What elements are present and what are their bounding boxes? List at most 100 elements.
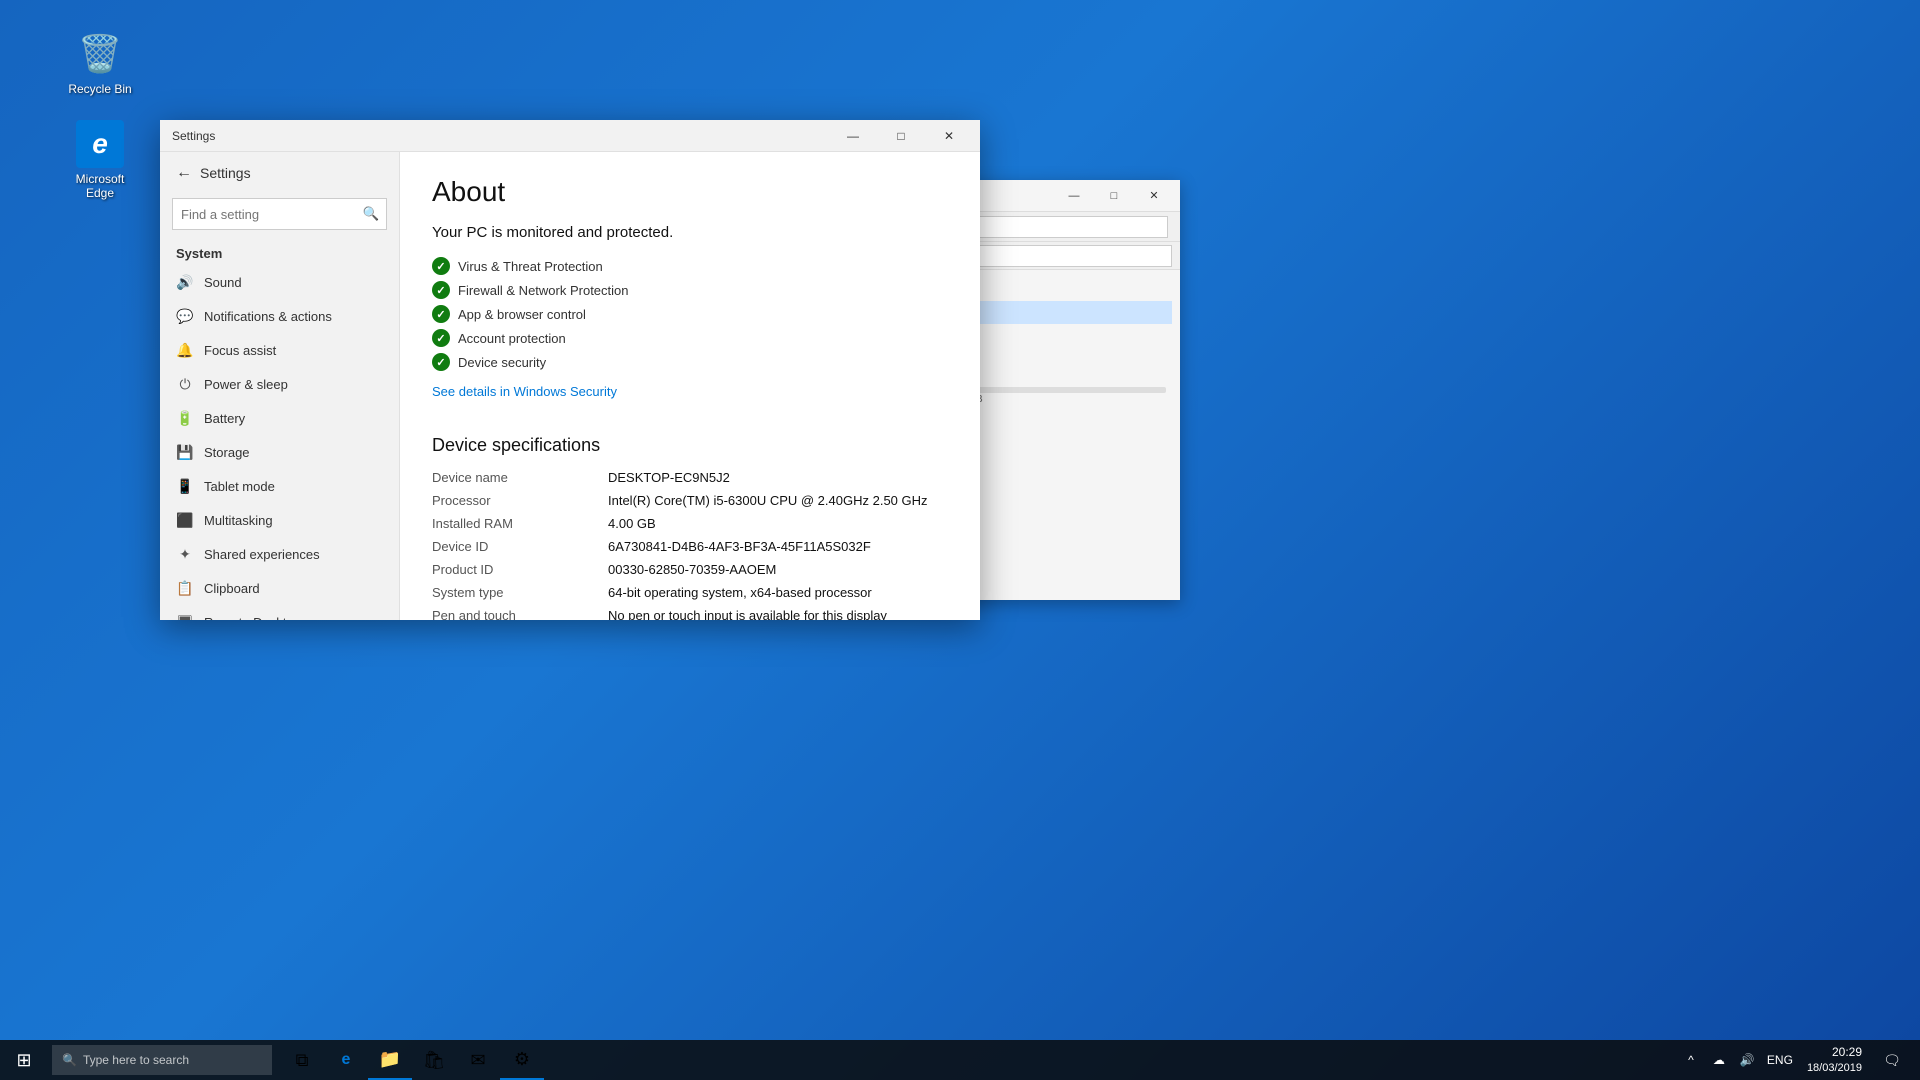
- edge-label: Microsoft Edge: [60, 172, 140, 200]
- start-button[interactable]: ⊞: [0, 1040, 48, 1080]
- check-item-virus: Virus & Threat Protection: [432, 257, 948, 275]
- sidebar-item-remote-desktop[interactable]: 🖥 Remote Desktop: [160, 605, 399, 620]
- tray-volume-icon[interactable]: 🔊: [1735, 1040, 1759, 1080]
- protection-checklist: Virus & Threat Protection Firewall & Net…: [432, 257, 948, 371]
- explorer-maximize-button[interactable]: □: [1094, 181, 1134, 211]
- tray-time: 20:29: [1832, 1045, 1862, 1061]
- protection-text: Your PC is monitored and protected.: [432, 224, 673, 241]
- task-view-icon: ⧉: [296, 1050, 309, 1071]
- taskbar-search-placeholder: Type here to search: [83, 1053, 189, 1067]
- spec-value-processor: Intel(R) Core(TM) i5-6300U CPU @ 2.40GHz…: [608, 491, 948, 510]
- sidebar-search-icon-button[interactable]: 🔍: [357, 200, 385, 228]
- check-item-browser: App & browser control: [432, 305, 948, 323]
- taskbar-apps: ⧉ e 📁 🛍 ✉ ⚙: [280, 1040, 544, 1080]
- power-sleep-icon: ⏻: [176, 375, 194, 393]
- spec-value-device-id: 6A730841-D4B6-4AF3-BF3A-45F11A5S032F: [608, 537, 948, 556]
- settings-sidebar: ← Settings 🔍 System 🔊 Sound 💬 Notificati…: [160, 152, 400, 620]
- sound-icon: 🔊: [176, 273, 194, 291]
- edge-icon: e: [76, 120, 124, 168]
- spec-label-system-type: System type: [432, 583, 592, 602]
- remote-desktop-icon: 🖥: [176, 613, 194, 620]
- taskbar-app-edge[interactable]: e: [324, 1040, 368, 1080]
- tray-show-hidden-button[interactable]: ^: [1679, 1040, 1703, 1080]
- sidebar-clipboard-label: Clipboard: [204, 581, 260, 596]
- protection-banner: Your PC is monitored and protected.: [432, 224, 948, 241]
- settings-window-controls: — □ ✕: [830, 120, 972, 152]
- desktop-icon-edge[interactable]: e Microsoft Edge: [60, 120, 140, 200]
- sidebar-search-container: 🔍: [172, 198, 387, 230]
- taskbar-app-task-view[interactable]: ⧉: [280, 1040, 324, 1080]
- taskbar-app-store[interactable]: 🛍: [412, 1040, 456, 1080]
- account-check-icon: [432, 329, 450, 347]
- taskbar-edge-icon: e: [342, 1051, 351, 1069]
- spec-label-processor: Processor: [432, 491, 592, 510]
- spec-value-pen-touch: No pen or touch input is available for t…: [608, 606, 948, 620]
- sidebar-item-battery[interactable]: 🔋 Battery: [160, 401, 399, 435]
- sidebar-item-tablet-mode[interactable]: 📱 Tablet mode: [160, 469, 399, 503]
- settings-close-button[interactable]: ✕: [926, 120, 972, 152]
- taskbar-app-file-explorer[interactable]: 📁: [368, 1040, 412, 1080]
- sidebar-item-multitasking[interactable]: ⬛ Multitasking: [160, 503, 399, 537]
- taskbar-search-box[interactable]: 🔍 Type here to search: [52, 1045, 272, 1075]
- sidebar-item-power-sleep[interactable]: ⏻ Power & sleep: [160, 367, 399, 401]
- tray-date: 18/03/2019: [1807, 1061, 1862, 1075]
- sidebar-section-system: System: [160, 238, 399, 265]
- spec-label-device-id: Device ID: [432, 537, 592, 556]
- sidebar-multitasking-label: Multitasking: [204, 513, 273, 528]
- device-security-check-icon: [432, 353, 450, 371]
- taskbar-app-mail[interactable]: ✉: [456, 1040, 500, 1080]
- taskbar-mail-icon: ✉: [470, 1050, 485, 1071]
- taskbar-store-icon: 🛍: [423, 1050, 446, 1071]
- check-item-account: Account protection: [432, 329, 948, 347]
- virus-label: Virus & Threat Protection: [458, 259, 603, 274]
- sidebar-item-focus-assist[interactable]: 🔔 Focus assist: [160, 333, 399, 367]
- check-item-firewall: Firewall & Network Protection: [432, 281, 948, 299]
- sidebar-item-shared-experiences[interactable]: ✦ Shared experiences: [160, 537, 399, 571]
- explorer-close-button[interactable]: ✕: [1134, 181, 1174, 211]
- desktop-icon-recycle-bin[interactable]: 🗑️ Recycle Bin: [60, 30, 140, 96]
- sidebar-notifications-label: Notifications & actions: [204, 309, 332, 324]
- firewall-label: Firewall & Network Protection: [458, 283, 629, 298]
- browser-check-icon: [432, 305, 450, 323]
- check-item-device-security: Device security: [432, 353, 948, 371]
- sidebar-item-storage[interactable]: 💾 Storage: [160, 435, 399, 469]
- tray-language-button[interactable]: ENG: [1763, 1053, 1797, 1067]
- taskbar-app-settings[interactable]: ⚙: [500, 1040, 544, 1080]
- settings-maximize-button[interactable]: □: [878, 120, 924, 152]
- recycle-bin-label: Recycle Bin: [68, 82, 131, 96]
- explorer-minimize-button[interactable]: —: [1054, 181, 1094, 211]
- browser-label: App & browser control: [458, 307, 586, 322]
- device-security-label: Device security: [458, 355, 546, 370]
- settings-minimize-button[interactable]: —: [830, 120, 876, 152]
- tablet-mode-icon: 📱: [176, 477, 194, 495]
- sidebar-item-sound[interactable]: 🔊 Sound: [160, 265, 399, 299]
- tray-clock[interactable]: 20:29 18/03/2019: [1801, 1040, 1868, 1080]
- sidebar-storage-label: Storage: [204, 445, 250, 460]
- firewall-check-icon: [432, 281, 450, 299]
- sidebar-item-clipboard[interactable]: 📋 Clipboard: [160, 571, 399, 605]
- taskbar-search-icon: 🔍: [62, 1053, 77, 1067]
- page-title: About: [432, 176, 948, 208]
- sidebar-item-notifications[interactable]: 💬 Notifications & actions: [160, 299, 399, 333]
- clipboard-icon: 📋: [176, 579, 194, 597]
- device-specs-title: Device specifications: [432, 435, 948, 456]
- explorer-window-controls: — □ ✕: [1054, 181, 1174, 211]
- settings-window-body: ← Settings 🔍 System 🔊 Sound 💬 Notificati…: [160, 152, 980, 620]
- specs-table: Device name DESKTOP-EC9N5J2 Processor In…: [432, 468, 948, 620]
- tray-onedrive-icon[interactable]: ☁: [1707, 1040, 1731, 1080]
- spec-value-device-name: DESKTOP-EC9N5J2: [608, 468, 948, 487]
- windows-security-link[interactable]: See details in Windows Security: [432, 384, 617, 399]
- settings-titlebar: Settings — □ ✕: [160, 120, 980, 152]
- spec-value-ram: 4.00 GB: [608, 514, 948, 533]
- spec-label-ram: Installed RAM: [432, 514, 592, 533]
- sidebar-back-button[interactable]: ← Settings: [160, 152, 399, 194]
- action-center-button[interactable]: 🗨: [1872, 1040, 1912, 1080]
- spec-value-product-id: 00330-62850-70359-AAOEM: [608, 560, 948, 579]
- multitasking-icon: ⬛: [176, 511, 194, 529]
- settings-main-content: About Your PC is monitored and protected…: [400, 152, 980, 620]
- spec-label-product-id: Product ID: [432, 560, 592, 579]
- desktop: 🗑️ Recycle Bin e Microsoft Edge This PC …: [0, 0, 1920, 1080]
- sidebar-battery-label: Battery: [204, 411, 245, 426]
- sidebar-search-input[interactable]: [172, 198, 387, 230]
- taskbar: ⊞ 🔍 Type here to search ⧉ e 📁 🛍 ✉ ⚙: [0, 1040, 1920, 1080]
